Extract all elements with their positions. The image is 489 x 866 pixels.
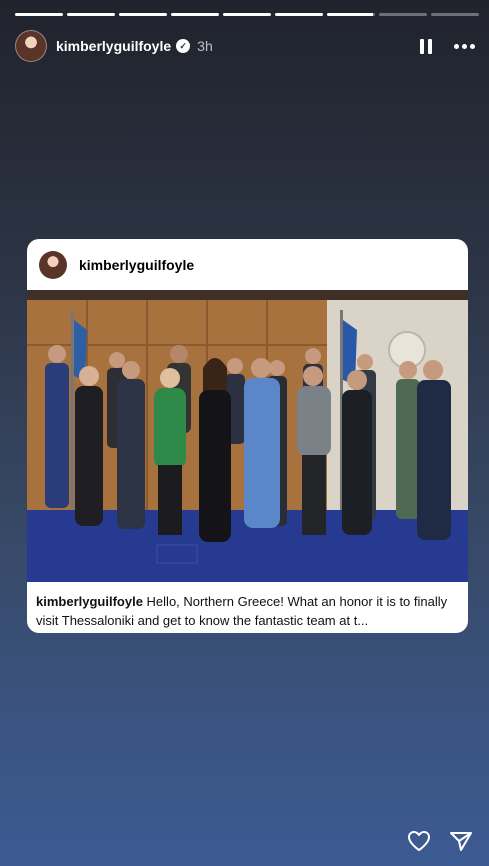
story-timestamp: 3h bbox=[197, 38, 213, 54]
heart-icon[interactable] bbox=[407, 830, 431, 852]
verified-badge-icon: ✓ bbox=[176, 39, 191, 53]
more-options-icon[interactable] bbox=[454, 43, 475, 49]
progress-segment bbox=[67, 13, 115, 16]
story-header: kimberlyguilfoyle ✓ 3h bbox=[15, 29, 475, 63]
caption-username: kimberlyguilfoyle bbox=[36, 594, 143, 609]
shared-post-photo[interactable] bbox=[27, 290, 468, 582]
story-username[interactable]: kimberlyguilfoyle bbox=[56, 38, 171, 54]
shared-post-caption[interactable]: kimberlyguilfoyle Hello, Northern Greece… bbox=[27, 582, 468, 633]
profile-avatar[interactable] bbox=[15, 30, 47, 62]
send-icon[interactable] bbox=[449, 830, 473, 852]
shared-post-card[interactable]: kimberlyguilfoyle kimberlyguilfoyle Hell… bbox=[27, 239, 468, 633]
progress-segment bbox=[171, 13, 219, 16]
progress-segment bbox=[379, 13, 427, 16]
shared-post-avatar[interactable] bbox=[39, 250, 67, 279]
progress-segment bbox=[223, 13, 271, 16]
pause-icon[interactable] bbox=[420, 38, 432, 54]
story-progress-bar bbox=[15, 13, 479, 16]
progress-segment bbox=[15, 13, 63, 16]
shared-post-header: kimberlyguilfoyle bbox=[27, 239, 468, 290]
progress-segment bbox=[327, 13, 375, 16]
story-footer-actions bbox=[407, 830, 473, 852]
progress-segment bbox=[275, 13, 323, 16]
progress-segment bbox=[431, 13, 479, 16]
shared-post-username[interactable]: kimberlyguilfoyle bbox=[79, 257, 194, 273]
progress-segment bbox=[119, 13, 167, 16]
